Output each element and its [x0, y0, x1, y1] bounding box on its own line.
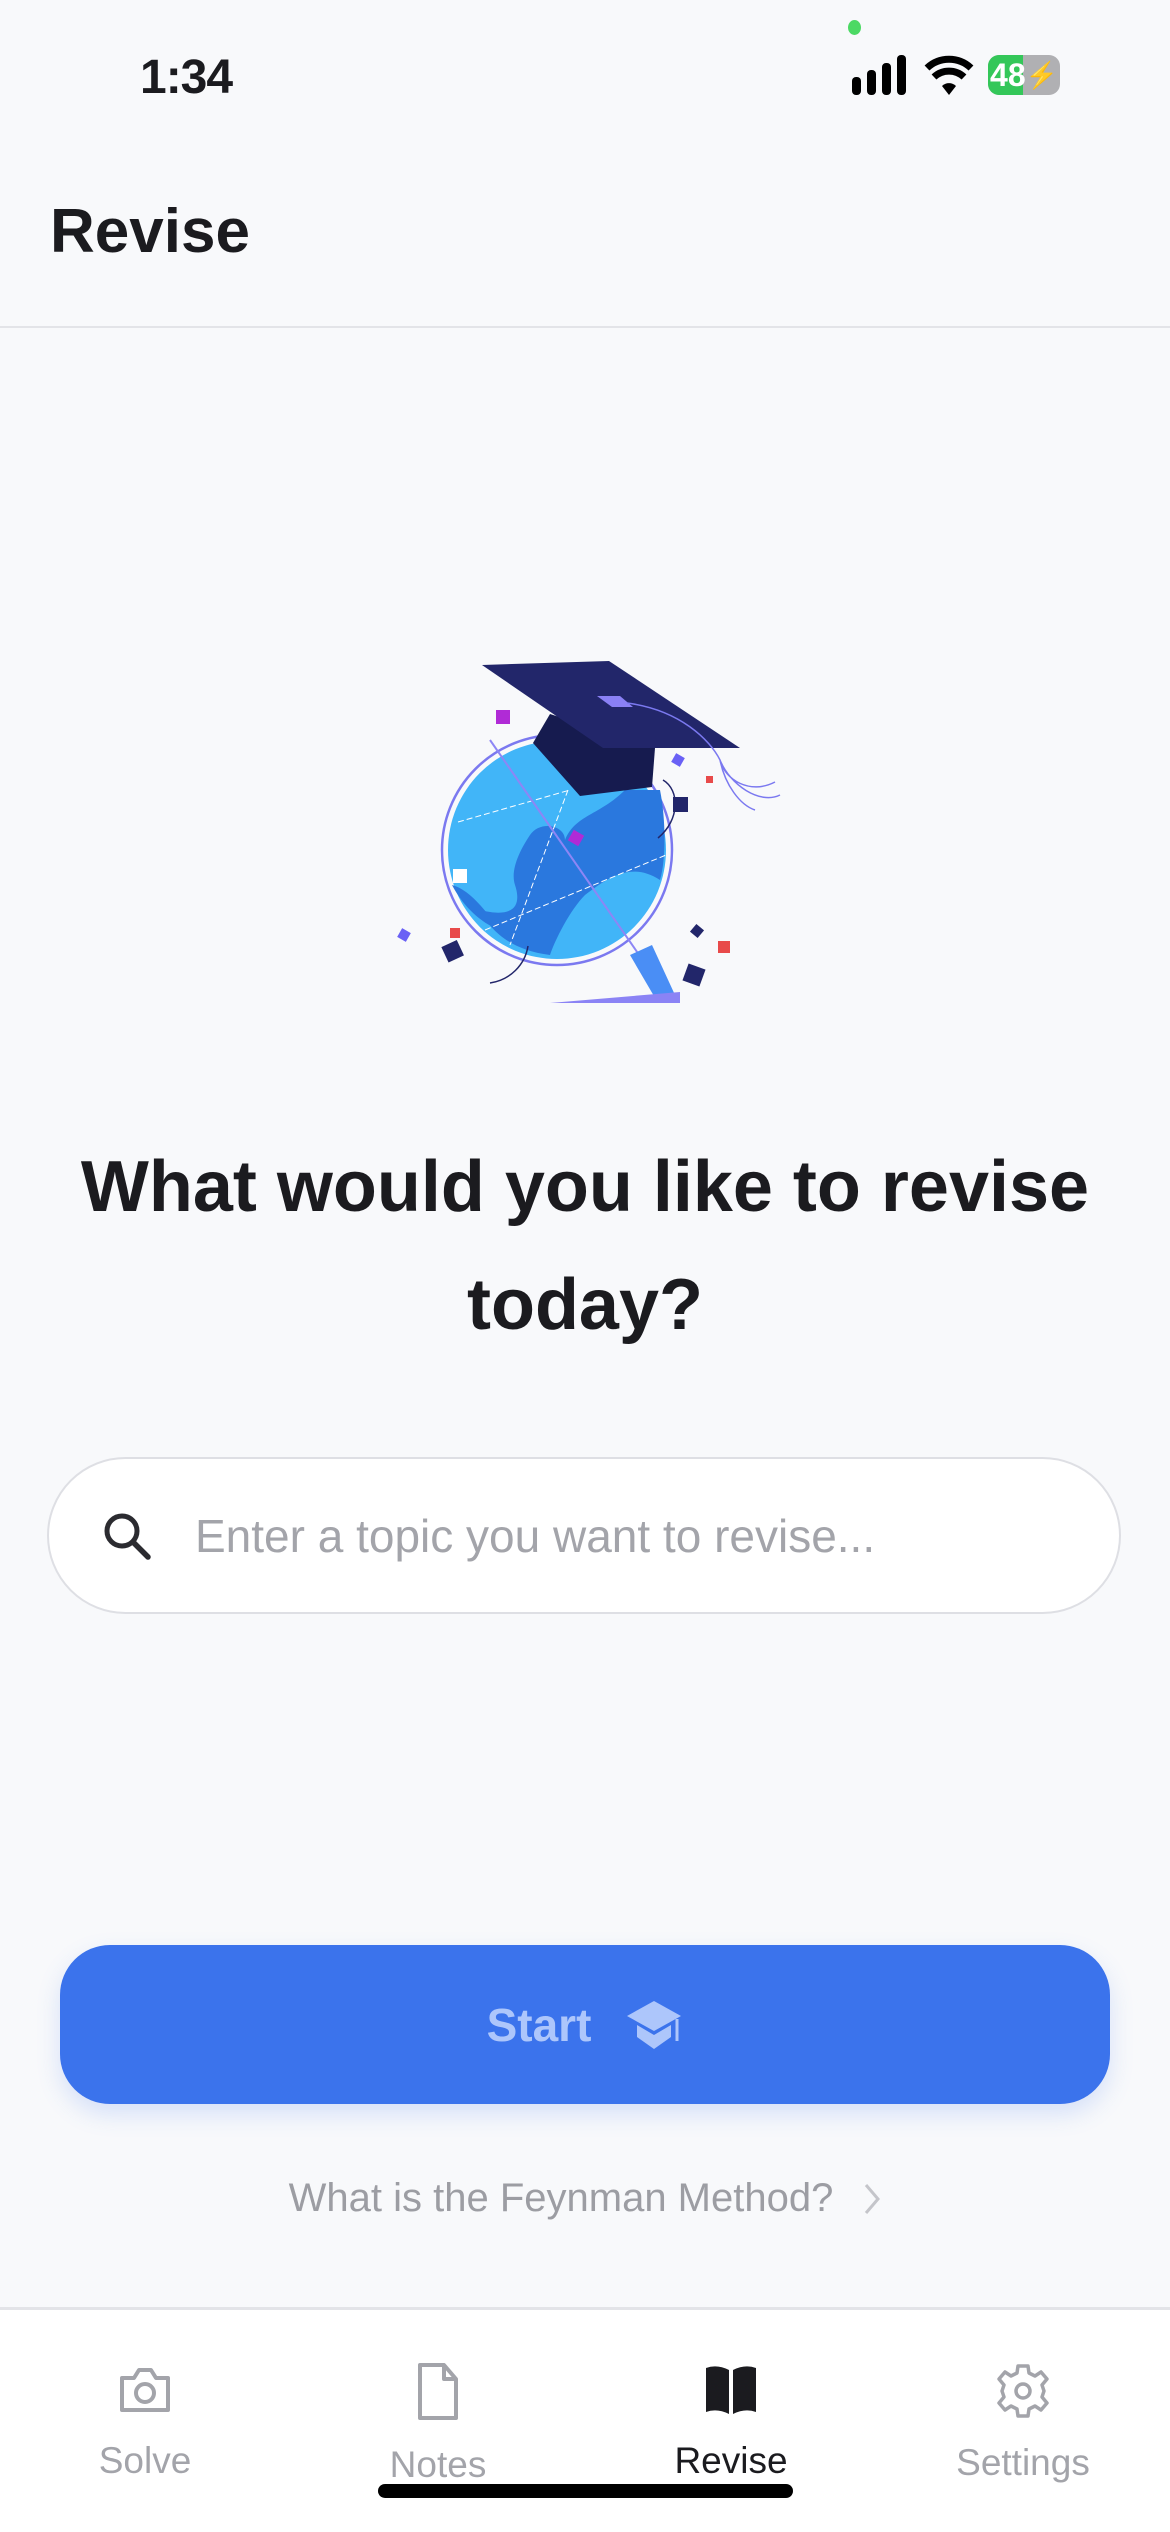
tab-label: Settings — [956, 2442, 1090, 2483]
signal-icon — [852, 55, 906, 95]
tab-notes[interactable]: Notes — [338, 2362, 538, 2486]
battery-level: 48 — [990, 56, 1026, 93]
status-icons: 48 ⚡ — [852, 55, 1060, 95]
tab-solve[interactable]: Solve — [45, 2362, 245, 2482]
header-divider — [0, 326, 1170, 328]
feynman-link-label: What is the Feynman Method? — [288, 2176, 834, 2220]
start-button[interactable]: Start — [60, 1945, 1110, 2104]
wifi-icon — [924, 55, 974, 95]
tab-bar: Solve Notes Revise Settings — [0, 2310, 1170, 2532]
page-title: Revise — [50, 197, 250, 266]
camera-icon — [120, 2368, 170, 2412]
start-button-label: Start — [486, 1998, 592, 2051]
graduation-cap-icon — [627, 2000, 682, 2049]
tab-revise[interactable]: Revise — [631, 2362, 831, 2482]
document-icon — [418, 2363, 458, 2420]
tab-settings[interactable]: Settings — [923, 2362, 1123, 2484]
status-time: 1:34 — [140, 51, 233, 104]
camera-indicator-dot — [848, 20, 861, 35]
globe-graduation-illustration — [397, 661, 781, 1003]
tab-label: Notes — [389, 2444, 487, 2485]
feynman-method-link[interactable]: What is the Feynman Method? — [0, 2176, 1170, 2221]
book-icon — [706, 2366, 756, 2414]
tab-label: Revise — [674, 2440, 788, 2481]
prompt-heading: What would you like to revise today? — [80, 1147, 1090, 1345]
search-icon — [104, 1513, 151, 1560]
topic-search-input[interactable] — [193, 1507, 1077, 1564]
topic-search-field[interactable] — [47, 1457, 1121, 1614]
tab-label: Solve — [98, 2440, 192, 2481]
battery-icon: 48 ⚡ — [988, 55, 1060, 95]
gear-icon — [997, 2364, 1049, 2418]
home-indicator — [378, 2484, 793, 2498]
chevron-right-icon — [865, 2183, 881, 2214]
